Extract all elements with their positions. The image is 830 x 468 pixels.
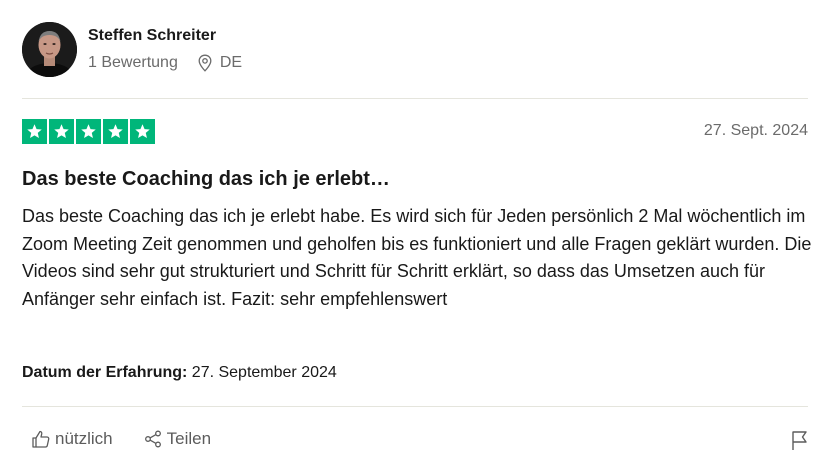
location-pin-icon — [198, 54, 212, 72]
star-box — [103, 119, 128, 144]
report-button[interactable] — [790, 429, 810, 456]
star-box — [49, 119, 74, 144]
reviewer-location: DE — [198, 54, 242, 72]
star-rating — [22, 119, 157, 144]
thumbs-up-icon — [32, 430, 50, 448]
share-icon — [144, 430, 161, 448]
review-date: 27. Sept. 2024 — [703, 122, 808, 139]
avatar-photo — [22, 22, 77, 77]
share-label: Teilen — [166, 429, 212, 448]
reviewer-name[interactable]: Steffen Schreiter — [88, 27, 216, 45]
star-icon — [27, 124, 42, 139]
review-count: 1 Bewertung — [88, 54, 178, 71]
flag-icon — [792, 431, 807, 450]
star-icon — [54, 124, 69, 139]
review-body: Das beste Coaching das ich je erlebt hab… — [22, 206, 812, 309]
share-button[interactable]: Teilen — [143, 429, 211, 449]
experience-date-label: Datum der Erfahrung: — [22, 364, 188, 381]
avatar[interactable] — [22, 22, 77, 77]
useful-label: nützlich — [55, 429, 113, 448]
star-box — [130, 119, 155, 144]
reviewer-meta: 1 Bewertung DE — [88, 54, 242, 72]
star-icon — [135, 124, 150, 139]
star-box — [76, 119, 101, 144]
review-actions: nützlich Teilen — [31, 429, 211, 449]
country-code: DE — [219, 54, 243, 71]
divider — [22, 406, 808, 407]
star-box — [22, 119, 47, 144]
experience-date-value: 27. September 2024 — [191, 364, 337, 381]
divider — [22, 98, 808, 99]
star-icon — [108, 124, 123, 139]
star-icon — [81, 124, 96, 139]
useful-button[interactable]: nützlich — [31, 429, 113, 449]
review-title[interactable]: Das beste Coaching das ich je erlebt… — [22, 168, 390, 191]
experience-date: Datum der Erfahrung: 27. September 2024 — [22, 364, 337, 382]
